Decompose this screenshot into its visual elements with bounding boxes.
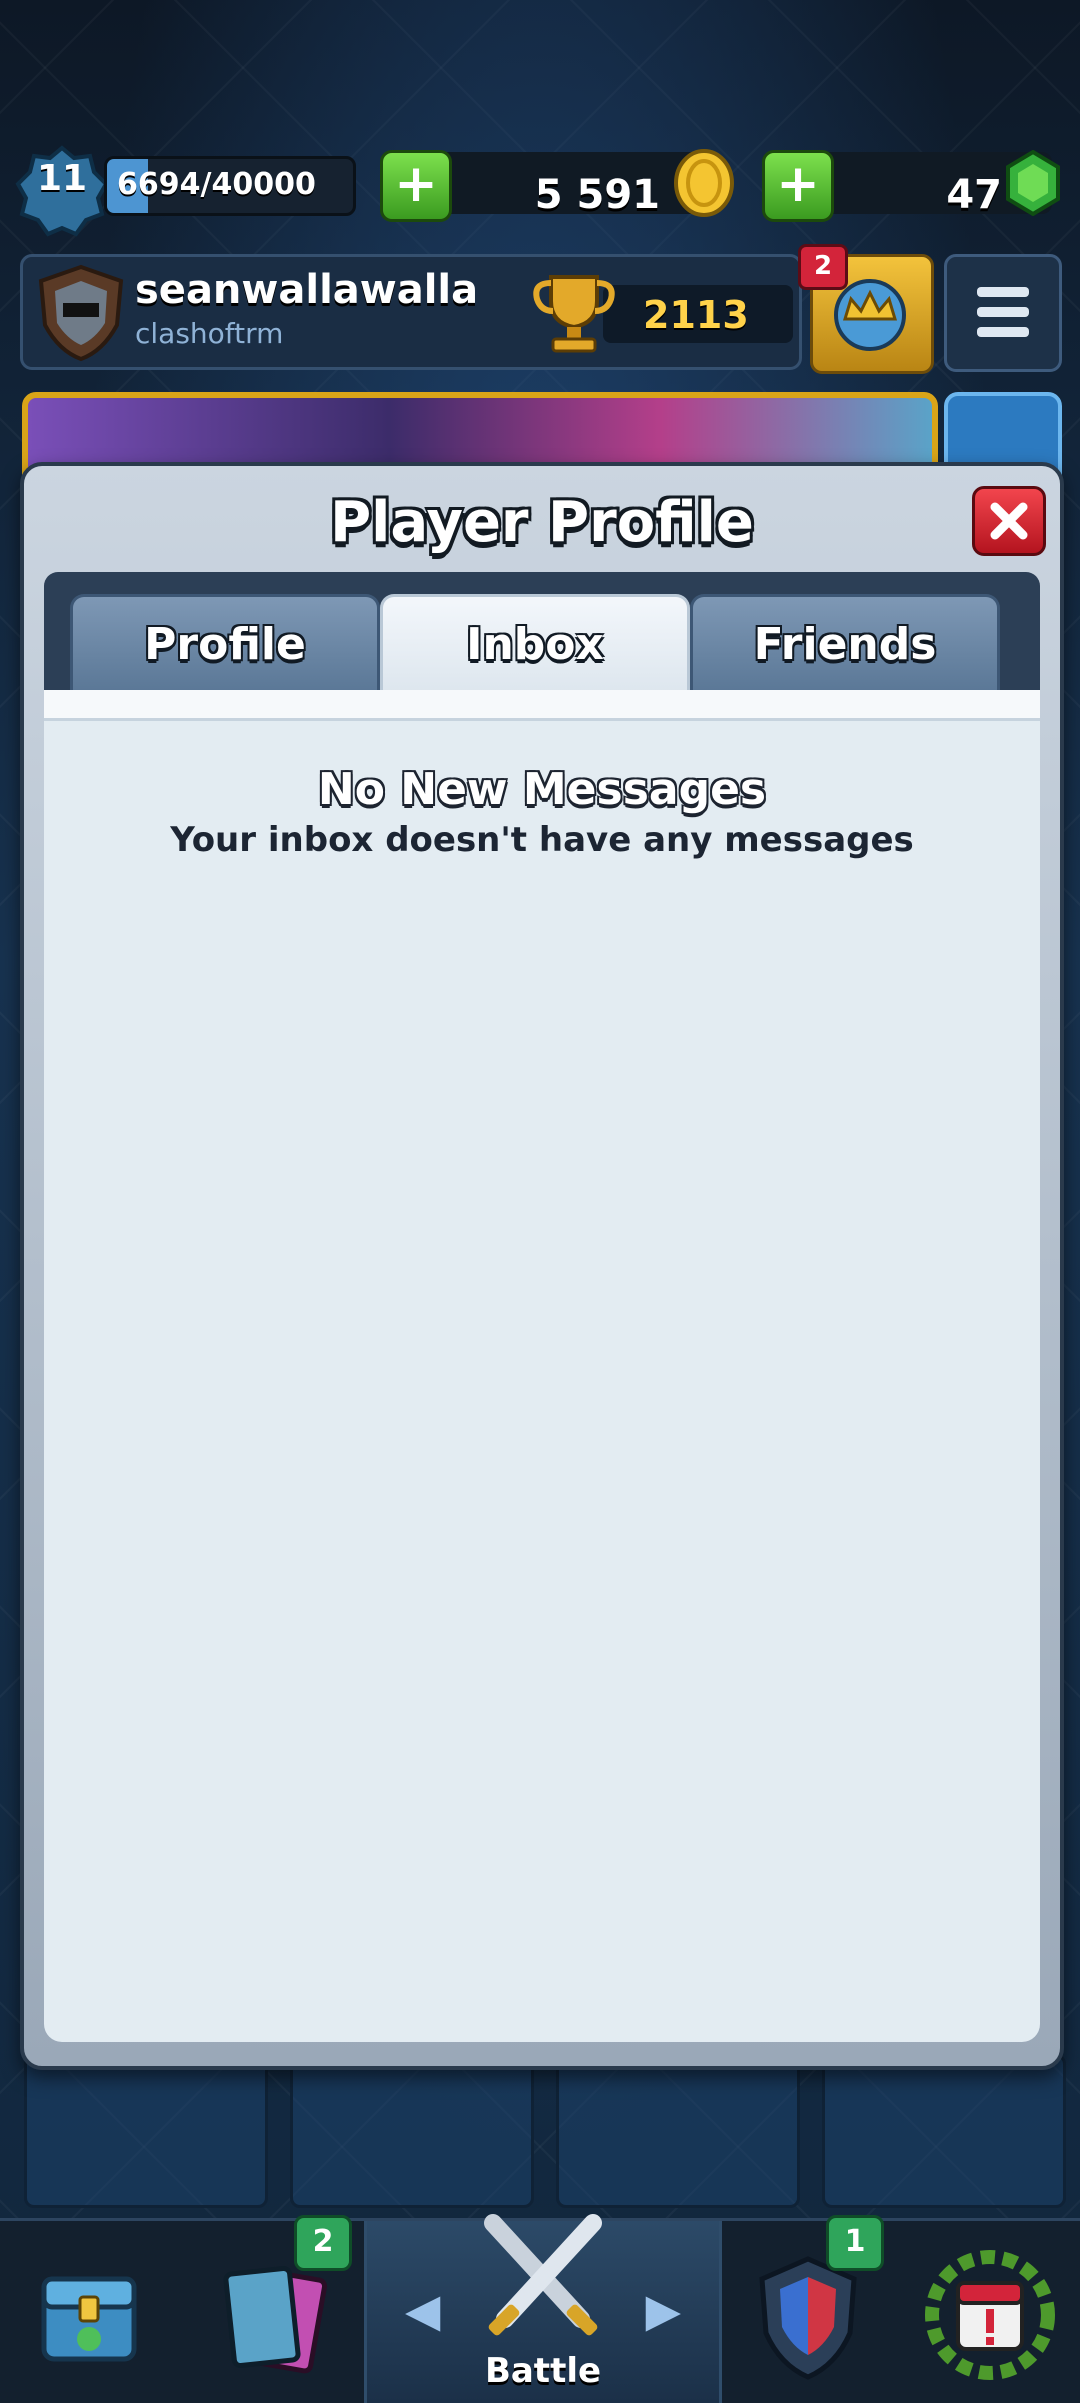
menu-button[interactable] xyxy=(944,254,1062,372)
crossed-swords-icon xyxy=(484,2214,602,2336)
left-arrow-icon[interactable]: ◀ xyxy=(405,2283,440,2337)
modal-title: Player Profile xyxy=(330,490,754,555)
cards-badge: 2 xyxy=(294,2215,352,2271)
empty-inbox-title: No New Messages xyxy=(317,764,767,815)
gem-icon xyxy=(1006,150,1060,216)
gem-counter: 47 xyxy=(796,150,1060,218)
chest-shop-icon xyxy=(41,2276,137,2362)
notification-badge: 2 xyxy=(798,244,848,290)
player-shield-icon xyxy=(38,264,124,362)
level-number: 11 xyxy=(36,158,88,199)
add-gems-button[interactable]: + xyxy=(762,150,834,222)
empty-inbox-subtitle: Your inbox doesn't have any messages xyxy=(170,820,914,860)
battle-label: Battle xyxy=(484,2351,602,2391)
player-profile-modal: Player Profile Profile Inbox Friends No … xyxy=(20,462,1064,2070)
right-arrow-icon[interactable]: ▶ xyxy=(646,2283,681,2337)
events-calendar-icon xyxy=(925,2250,1055,2380)
gem-value: 47 xyxy=(946,172,1002,218)
tab-inbox[interactable]: Inbox xyxy=(380,594,690,693)
player-info-bar[interactable]: seanwallawalla clashoftrm 2113 xyxy=(20,254,802,370)
grid-cell xyxy=(290,2054,534,2208)
social-badge: 1 xyxy=(826,2215,884,2271)
grid-cell xyxy=(556,2054,800,2208)
clan-name: clashoftrm xyxy=(135,317,284,350)
tab-bar: Profile Inbox Friends xyxy=(44,572,1040,693)
nav-shop[interactable] xyxy=(0,2221,180,2403)
grid-cell xyxy=(822,2054,1066,2208)
top-status-bar: 11 6694/40000 5 591 + 47 + xyxy=(0,140,1080,240)
tab-friends[interactable]: Friends xyxy=(690,594,1000,693)
nav-battle[interactable]: ◀ ▶ Battle xyxy=(364,2214,722,2403)
clan-shield-icon xyxy=(759,2256,857,2380)
trophy-count: 2113 xyxy=(643,293,749,337)
nav-cards[interactable]: 2 xyxy=(182,2215,362,2403)
trophy-icon xyxy=(533,275,615,353)
player-name: seanwallawalla xyxy=(135,267,479,313)
nav-social[interactable]: 1 xyxy=(718,2215,898,2403)
inbox-content: No New Messages Your inbox doesn't have … xyxy=(44,690,1040,2042)
cards-icon xyxy=(223,2266,328,2374)
xp-text: 6694/40000 xyxy=(117,167,316,202)
nav-events[interactable] xyxy=(900,2221,1080,2403)
gold-coin-icon xyxy=(674,149,734,217)
gold-counter: 5 591 xyxy=(420,149,734,218)
grid-cell xyxy=(24,2054,268,2208)
gold-value: 5 591 xyxy=(534,172,660,218)
tab-profile[interactable]: Profile xyxy=(70,594,380,693)
close-button[interactable] xyxy=(972,486,1046,556)
content-header-strip xyxy=(44,690,1040,721)
bottom-navigation: 2 ◀ ▶ Battle 1 xyxy=(0,2214,1080,2403)
xp-progress-bar: 6694/40000 xyxy=(104,156,356,216)
add-gold-button[interactable]: + xyxy=(380,150,452,222)
close-icon xyxy=(990,502,1028,540)
